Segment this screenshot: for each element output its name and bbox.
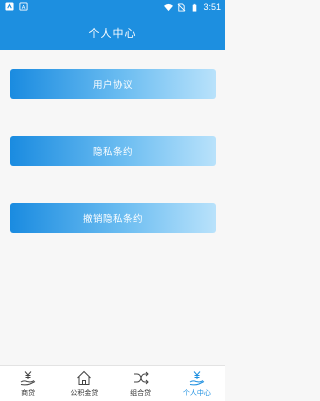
yen-hand-icon [20, 371, 36, 386]
android-icon: A [19, 2, 28, 11]
tab-label: 商贷 [21, 389, 36, 397]
status-time: 3:51 [203, 2, 221, 12]
yen-hand-icon [189, 371, 205, 386]
app-notification-icon [5, 2, 14, 11]
tab-label: 组合贷 [130, 389, 152, 397]
tab-commercial-loan[interactable]: 商贷 [0, 366, 56, 401]
tab-label: 个人中心 [182, 389, 211, 397]
status-right: 3:51 [164, 2, 221, 12]
tab-combined-loan[interactable]: 组合贷 [113, 366, 169, 401]
title-bar: 个人中心 [0, 15, 225, 50]
status-bar: A 3:51 [0, 0, 225, 15]
revoke-privacy-label: 撤销隐私条约 [82, 214, 143, 225]
privacy-policy-label: 隐私条约 [92, 147, 133, 158]
no-sim-icon [178, 2, 186, 12]
shuffle-icon [133, 371, 149, 385]
svg-text:A: A [22, 5, 26, 11]
revoke-privacy-button[interactable]: 撤销隐私条约 [10, 203, 216, 233]
user-agreement-button[interactable]: 用户协议 [10, 69, 216, 99]
battery-icon [193, 3, 197, 12]
bottom-tab-bar: 商贷 公积金贷 组合贷 个人中心 [0, 365, 225, 401]
tab-provident-fund-loan[interactable]: 公积金贷 [56, 366, 112, 401]
user-agreement-label: 用户协议 [92, 80, 133, 91]
tab-label: 公积金贷 [70, 389, 99, 397]
page-title: 个人中心 [88, 26, 137, 40]
wifi-icon [164, 3, 174, 11]
status-left: A [5, 2, 28, 11]
house-icon [77, 370, 92, 385]
tab-personal-center[interactable]: 个人中心 [169, 366, 225, 401]
privacy-policy-button[interactable]: 隐私条约 [10, 136, 216, 166]
